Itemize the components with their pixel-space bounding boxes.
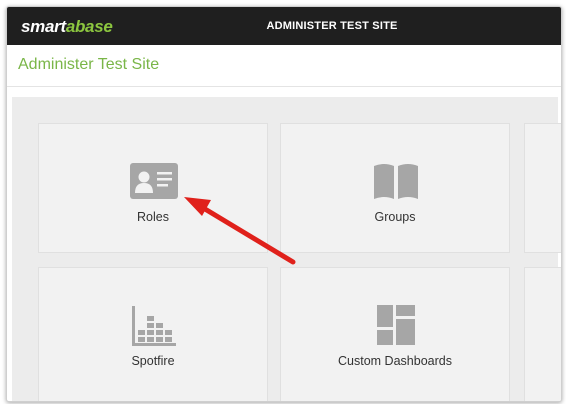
tile-groups-label: Groups xyxy=(374,210,416,224)
header-divider xyxy=(7,86,561,87)
tile-custom-dashboards-label: Custom Dashboards xyxy=(338,354,452,368)
page-title: Administer Test Site xyxy=(18,56,160,73)
tile-roles-label: Roles xyxy=(137,210,169,224)
admin-tiles-panel: Roles Groups Spotfire Custom Dashboards xyxy=(12,97,561,401)
tile-roles[interactable]: Roles xyxy=(38,123,268,253)
top-navigation-bar: smartabase ADMINISTER TEST SITE xyxy=(7,7,561,45)
tile-spotfire[interactable]: Spotfire xyxy=(38,267,268,401)
bar-chart-icon xyxy=(132,306,176,346)
site-title: ADMINISTER TEST SITE xyxy=(266,20,398,32)
screenshot-frame: smartabase ADMINISTER TEST SITE Administ… xyxy=(0,0,566,404)
dashboard-layout-icon xyxy=(377,305,415,345)
tile-spotfire-label: Spotfire xyxy=(131,354,175,368)
open-book-icon xyxy=(374,164,418,199)
tile-partial-bottom[interactable] xyxy=(524,267,561,401)
tile-custom-dashboards[interactable]: Custom Dashboards xyxy=(280,267,510,401)
tile-groups[interactable]: Groups xyxy=(280,123,510,253)
tile-partial-top[interactable] xyxy=(524,123,561,253)
app-window: smartabase ADMINISTER TEST SITE Administ… xyxy=(6,6,562,402)
id-card-icon xyxy=(130,163,178,199)
